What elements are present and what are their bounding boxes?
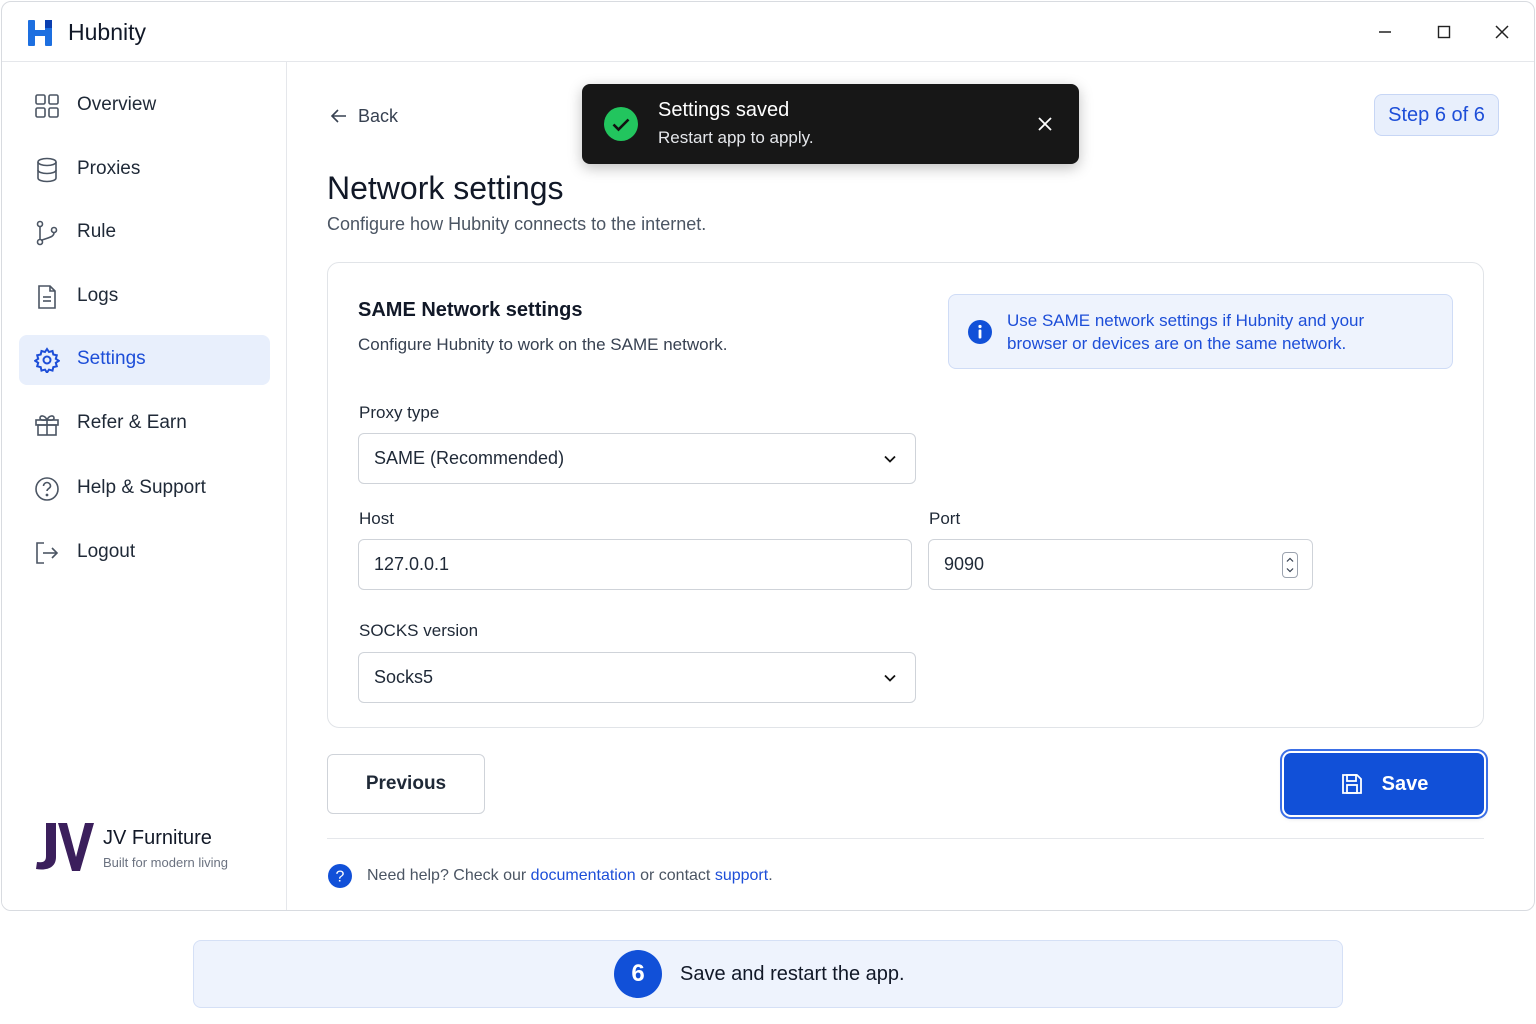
database-icon [37, 157, 57, 183]
document-icon [38, 285, 56, 309]
maximize-button[interactable] [1430, 18, 1458, 46]
brand-block: JV Furniture Built for modern living [32, 817, 272, 877]
app-window: Hubnity Overview Proxies Rule Logs Setti… [1, 1, 1535, 911]
minimize-button[interactable] [1371, 18, 1399, 46]
close-window-button[interactable] [1488, 18, 1516, 46]
minimize-icon [1379, 31, 1391, 33]
number-stepper-icon[interactable] [1282, 552, 1298, 578]
toast-notification: Settings saved Restart app to apply. [582, 84, 1079, 164]
sidebar-item-refer-earn[interactable]: Refer & Earn [19, 399, 270, 449]
host-value: 127.0.0.1 [374, 554, 450, 574]
proxy-type-select[interactable]: SAME (Recommended) [358, 433, 916, 484]
brand-tagline: Built for modern living [103, 855, 228, 870]
sidebar-item-overview[interactable]: Overview [19, 81, 270, 131]
main-content: Back Step 6 of 6 Network settings Config… [288, 62, 1534, 910]
previous-button[interactable]: Previous [327, 754, 485, 814]
chevron-down-icon [884, 674, 896, 682]
support-link[interactable]: support [715, 867, 768, 885]
gear-icon [34, 347, 60, 373]
step-number-badge: 6 [614, 950, 662, 998]
port-label: Port [929, 509, 961, 528]
info-callout: Use SAME network settings if Hubnity and… [948, 294, 1453, 369]
socks-version-label: SOCKS version [359, 621, 479, 640]
sidebar-item-settings[interactable]: Settings [19, 335, 270, 385]
sidebar-item-help-support[interactable]: Help & Support [19, 464, 270, 514]
proxy-type-label: Proxy type [359, 403, 440, 422]
card-title: SAME Network settings [358, 299, 583, 321]
info-text: Use SAME network settings if Hubnity and… [1007, 311, 1365, 353]
page-subtitle: Configure how Hubnity connects to the in… [327, 214, 707, 234]
toast-message: Restart app to apply. [658, 128, 814, 147]
step-instruction: Save and restart the app. [680, 963, 905, 985]
help-middle: or contact [640, 867, 711, 884]
hubnity-logo-icon [28, 20, 52, 46]
help-circle-icon: ? [328, 864, 352, 888]
save-button[interactable]: Save [1284, 753, 1484, 815]
maximize-icon [1437, 25, 1451, 39]
git-branch-icon [36, 220, 58, 246]
port-value: 9090 [944, 554, 985, 574]
page-title: Network settings [327, 170, 564, 206]
settings-card: SAME Network settings Configure Hubnity … [327, 262, 1484, 728]
sidebar-item-label: Proxies [77, 158, 141, 179]
floppy-disk-icon [1341, 774, 1362, 794]
documentation-link[interactable]: documentation [531, 867, 636, 885]
port-input[interactable]: 9090 [928, 539, 1313, 590]
grid-icon [35, 94, 59, 118]
app-title: Hubnity [68, 19, 146, 45]
sidebar-item-label: Logs [77, 285, 119, 306]
sidebar-item-label: Help & Support [77, 477, 206, 498]
socks-version-select[interactable]: Socks5 [358, 652, 916, 703]
close-icon[interactable] [1035, 114, 1055, 134]
help-footer: ? Need help? Check our documentation or … [327, 862, 773, 890]
sidebar-item-label: Logout [77, 541, 136, 562]
sidebar-item-rule[interactable]: Rule [19, 208, 270, 258]
sidebar-item-label: Settings [77, 348, 146, 369]
host-label: Host [359, 509, 394, 528]
step-indicator: Step 6 of 6 [1374, 94, 1499, 136]
back-link[interactable]: Back [330, 104, 398, 128]
divider [327, 838, 1484, 839]
help-suffix: . [768, 867, 773, 884]
info-icon [968, 320, 992, 344]
sidebar: Overview Proxies Rule Logs Settings Refe… [2, 62, 287, 910]
check-circle-icon [604, 107, 638, 141]
sidebar-item-label: Rule [77, 221, 117, 242]
help-prefix: Need help? Check our [367, 867, 527, 884]
card-subtitle: Configure Hubnity to work on the SAME ne… [358, 335, 728, 354]
toast-title: Settings saved [658, 99, 790, 121]
svg-text:?: ? [336, 869, 345, 886]
back-label: Back [358, 105, 399, 126]
jv-furniture-logo-icon [36, 823, 94, 871]
sidebar-item-label: Overview [77, 94, 157, 115]
sidebar-item-label: Refer & Earn [77, 412, 187, 433]
title-bar: Hubnity [2, 2, 1534, 62]
sidebar-item-logout[interactable]: Logout [19, 528, 270, 578]
brand-name: JV Furniture [103, 827, 212, 849]
proxy-type-value: SAME (Recommended) [374, 448, 565, 468]
sidebar-item-proxies[interactable]: Proxies [19, 145, 270, 195]
save-label: Save [1381, 772, 1429, 795]
socks-version-value: Socks5 [374, 667, 434, 687]
sidebar-item-logs[interactable]: Logs [19, 272, 270, 322]
logout-icon [36, 542, 59, 564]
chevron-down-icon [884, 455, 896, 463]
step-banner: 6 Save and restart the app. [193, 940, 1343, 1008]
host-input[interactable]: 127.0.0.1 [358, 539, 912, 590]
close-icon [1495, 25, 1509, 39]
help-circle-icon [35, 477, 59, 501]
arrow-left-icon [330, 109, 346, 123]
gift-icon [35, 415, 59, 436]
